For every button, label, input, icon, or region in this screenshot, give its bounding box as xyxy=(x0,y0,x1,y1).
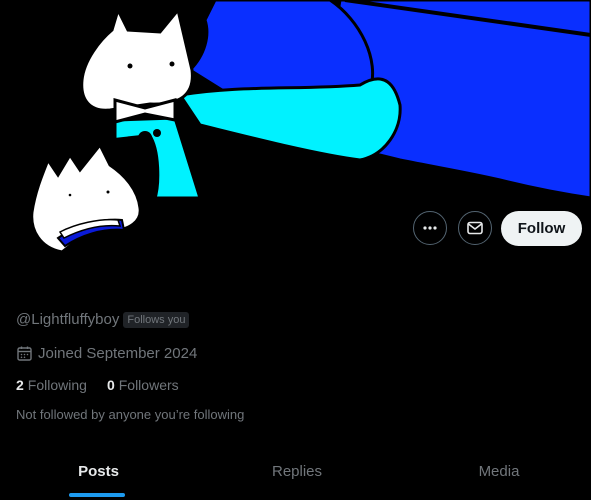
joined-date: Joined September 2024 xyxy=(38,345,198,362)
followers-label: Followers xyxy=(118,377,179,393)
more-options-button[interactable] xyxy=(413,211,447,245)
tab-replies[interactable]: Replies xyxy=(197,448,397,494)
envelope-icon xyxy=(467,221,483,235)
follows-you-badge: Follows you xyxy=(123,311,190,328)
following-link[interactable]: 2 Following xyxy=(16,377,87,393)
profile-handle: @Lightfluffyboy xyxy=(16,311,120,328)
tab-posts[interactable]: Posts xyxy=(0,448,197,494)
follow-stats: 2 Following 0 Followers xyxy=(16,377,179,393)
followers-count: 0 xyxy=(106,377,115,393)
tab-media[interactable]: Media xyxy=(397,448,591,494)
followers-link[interactable]: 0 Followers xyxy=(107,377,179,393)
following-label: Following xyxy=(27,377,87,393)
calendar-icon xyxy=(17,346,32,361)
message-button[interactable] xyxy=(458,211,492,245)
ellipsis-icon xyxy=(423,226,437,230)
active-tab-indicator xyxy=(69,493,125,497)
profile-avatar[interactable] xyxy=(20,130,170,260)
handle-row: @Lightfluffyboy Follows you xyxy=(16,311,190,328)
not-followed-notice: Not followed by anyone you’re following xyxy=(16,407,245,422)
following-count: 2 xyxy=(16,377,24,393)
joined-date-row: Joined September 2024 xyxy=(16,345,197,362)
follow-button[interactable]: Follow xyxy=(501,211,582,246)
profile-tabs: Posts Replies Media xyxy=(0,448,591,500)
